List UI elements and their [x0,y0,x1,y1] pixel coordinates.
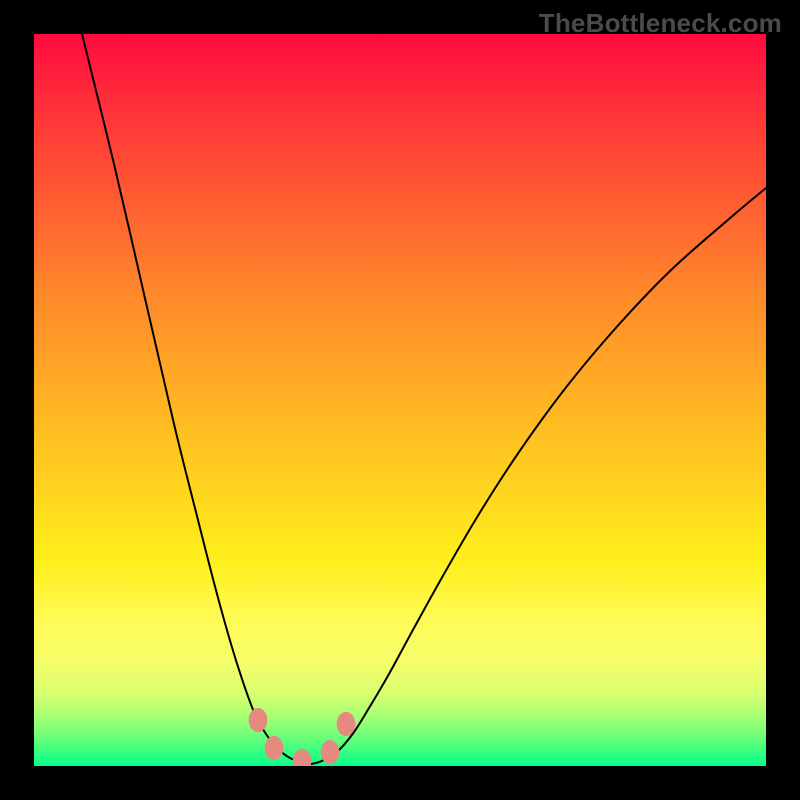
bottleneck-curve [82,34,766,764]
chart-stage: TheBottleneck.com [0,0,800,800]
marker-bottom [293,749,312,766]
curve-layer [34,34,766,766]
marker-left-upper [249,708,268,732]
marker-right-upper [337,712,356,736]
watermark-text: TheBottleneck.com [539,8,782,39]
marker-right-lower [321,740,340,764]
plot-area [34,34,766,766]
curve-markers [249,708,356,766]
marker-left-lower [265,736,284,760]
